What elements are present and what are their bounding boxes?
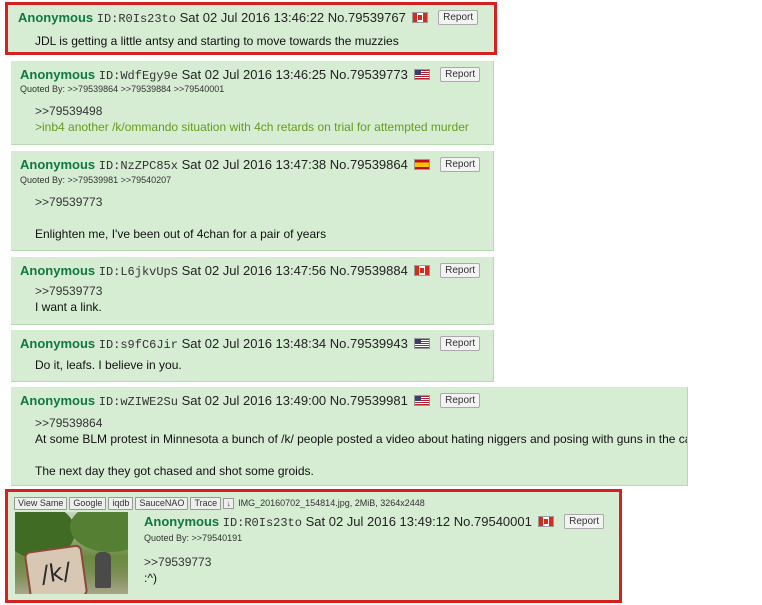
google-button[interactable]: Google [69, 497, 107, 510]
quoted-by-label: Quoted By: [144, 533, 190, 543]
trace-button[interactable]: Trace [190, 497, 222, 510]
quoted-by: Quoted By: >>79539981 >>79540207 [20, 175, 171, 185]
iqdb-button[interactable]: iqdb [108, 497, 134, 510]
canada-flag-icon [413, 13, 428, 23]
download-icon[interactable]: ↓ [223, 498, 235, 510]
quoted-by-label: Quoted By: [20, 84, 66, 94]
post-header: Anonymous ID:R0Is23to Sat 02 Jul 2016 13… [144, 514, 605, 530]
quoted-by-label: Quoted By: [20, 175, 66, 185]
quote-link[interactable]: >>79539981 [68, 175, 119, 185]
quote-link[interactable]: >>79539773 [35, 194, 326, 210]
message-line: At some BLM protest in Minnesota a bunch… [35, 432, 688, 446]
report-button[interactable]: Report [440, 336, 481, 352]
us-flag-icon [415, 70, 430, 80]
poster-name: Anonymous [20, 67, 96, 82]
post-header: Anonymous ID:R0Is23to Sat 02 Jul 2016 13… [18, 10, 479, 26]
poster-id[interactable]: ID:s9fC6Jir [99, 338, 178, 352]
view-same-button[interactable]: View Same [14, 497, 68, 510]
post: Anonymous ID:NzZPC85x Sat 02 Jul 2016 13… [11, 151, 494, 251]
post-number[interactable]: No.79539884 [330, 263, 408, 278]
quote-link[interactable]: >>79539864 [68, 84, 119, 94]
report-button[interactable]: Report [440, 263, 481, 279]
post-message: >>79539773 Enlighten me, I've been out o… [35, 194, 326, 242]
post-number[interactable]: No.79539767 [328, 10, 406, 25]
message-line: Enlighten me, I've been out of 4chan for… [35, 227, 327, 241]
post: Anonymous ID:L6jkvUpS Sat 02 Jul 2016 13… [11, 257, 494, 325]
post-date: Sat 02 Jul 2016 13:49:12 [305, 514, 451, 529]
poster-id[interactable]: ID:NzZPC85x [99, 159, 178, 173]
quote-link[interactable]: >>79539884 [121, 84, 172, 94]
post-date: Sat 02 Jul 2016 13:48:34 [181, 336, 327, 351]
file-info[interactable]: IMG_20160702_154814.jpg, 2MiB, 3264x2448 [238, 498, 425, 508]
post-date: Sat 02 Jul 2016 13:49:00 [181, 393, 327, 408]
post: Anonymous ID:wZIWE2Su Sat 02 Jul 2016 13… [11, 387, 688, 486]
post-number[interactable]: No.79539864 [330, 157, 408, 172]
post-header: Anonymous ID:wZIWE2Su Sat 02 Jul 2016 13… [20, 393, 481, 409]
report-button[interactable]: Report [440, 67, 481, 83]
poster-id[interactable]: ID:wZIWE2Su [99, 395, 178, 409]
canada-flag-icon [415, 266, 430, 276]
report-button[interactable]: Report [564, 514, 605, 530]
poster-name: Anonymous [144, 514, 220, 529]
quote-link[interactable]: >>79540191 [192, 533, 243, 543]
quote-link[interactable]: >>79540001 [174, 84, 225, 94]
greentext-line: >inb4 another /k/ommando situation with … [35, 120, 469, 134]
post-message: >>79539773 :^) [144, 554, 211, 586]
thumbnail-sign-text: /k/ [23, 544, 89, 594]
quote-link[interactable]: >>79540207 [121, 175, 172, 185]
quoted-by: Quoted By: >>79540191 [144, 533, 242, 543]
poster-name: Anonymous [20, 336, 96, 351]
post-number[interactable]: No.79539943 [330, 336, 408, 351]
post-message: >>79539498 >inb4 another /k/ommando situ… [35, 103, 469, 135]
post: View Same Google iqdb SauceNAO Trace ↓ IMG_201… [5, 489, 622, 603]
poster-name: Anonymous [20, 157, 96, 172]
post-number[interactable]: No.79539981 [330, 393, 408, 408]
post-header: Anonymous ID:s9fC6Jir Sat 02 Jul 2016 13… [20, 336, 481, 352]
image-thumbnail[interactable]: /k/ [15, 512, 128, 594]
poster-id[interactable]: ID:L6jkvUpS [99, 265, 178, 279]
post-date: Sat 02 Jul 2016 13:47:38 [181, 157, 327, 172]
us-flag-icon [415, 396, 430, 406]
image-toolbar: View Same Google iqdb SauceNAO Trace ↓ IMG_201… [14, 497, 425, 510]
report-button[interactable]: Report [440, 157, 481, 173]
report-button[interactable]: Report [438, 10, 479, 26]
post: Anonymous ID:R0Is23to Sat 02 Jul 2016 13… [5, 2, 497, 55]
us-flag-icon [415, 339, 430, 349]
poster-name: Anonymous [18, 10, 94, 25]
post-date: Sat 02 Jul 2016 13:46:22 [179, 10, 325, 25]
post-date: Sat 02 Jul 2016 13:46:25 [181, 67, 327, 82]
post-header: Anonymous ID:L6jkvUpS Sat 02 Jul 2016 13… [20, 263, 481, 279]
message-line: The next day they got chased and shot so… [35, 464, 314, 478]
message-line: JDL is getting a little antsy and starti… [35, 34, 399, 48]
post: Anonymous ID:WdfEgy9e Sat 02 Jul 2016 13… [11, 61, 494, 145]
quote-link[interactable]: >>79539773 [144, 554, 211, 570]
post-message: JDL is getting a little antsy and starti… [35, 33, 399, 49]
post-number[interactable]: No.79539773 [330, 67, 408, 82]
message-line: :^) [144, 571, 157, 585]
post-header: Anonymous ID:WdfEgy9e Sat 02 Jul 2016 13… [20, 67, 481, 83]
post-message: >>79539773 I want a link. [35, 283, 102, 315]
post-header: Anonymous ID:NzZPC85x Sat 02 Jul 2016 13… [20, 157, 481, 173]
quoted-by: Quoted By: >>79539864 >>79539884 >>79540… [20, 84, 224, 94]
poster-id[interactable]: ID:R0Is23to [97, 12, 176, 26]
quote-link[interactable]: >>79539498 [35, 103, 469, 119]
poster-id[interactable]: ID:R0Is23to [223, 516, 302, 530]
canada-flag-icon [539, 517, 554, 527]
post-number[interactable]: No.79540001 [454, 514, 532, 529]
message-line: I want a link. [35, 300, 102, 314]
post-date: Sat 02 Jul 2016 13:47:56 [181, 263, 327, 278]
report-button[interactable]: Report [440, 393, 481, 409]
saucenao-button[interactable]: SauceNAO [135, 497, 189, 510]
spain-flag-icon [415, 160, 430, 170]
post: Anonymous ID:s9fC6Jir Sat 02 Jul 2016 13… [11, 330, 494, 382]
post-message: Do it, leafs. I believe in you. [35, 357, 182, 373]
poster-id[interactable]: ID:WdfEgy9e [99, 69, 178, 83]
post-message: >>79539864 At some BLM protest in Minnes… [35, 415, 688, 479]
quote-link[interactable]: >>79539773 [35, 283, 102, 299]
poster-name: Anonymous [20, 263, 96, 278]
poster-name: Anonymous [20, 393, 96, 408]
message-line: Do it, leafs. I believe in you. [35, 358, 182, 372]
quote-link[interactable]: >>79539864 [35, 415, 687, 431]
